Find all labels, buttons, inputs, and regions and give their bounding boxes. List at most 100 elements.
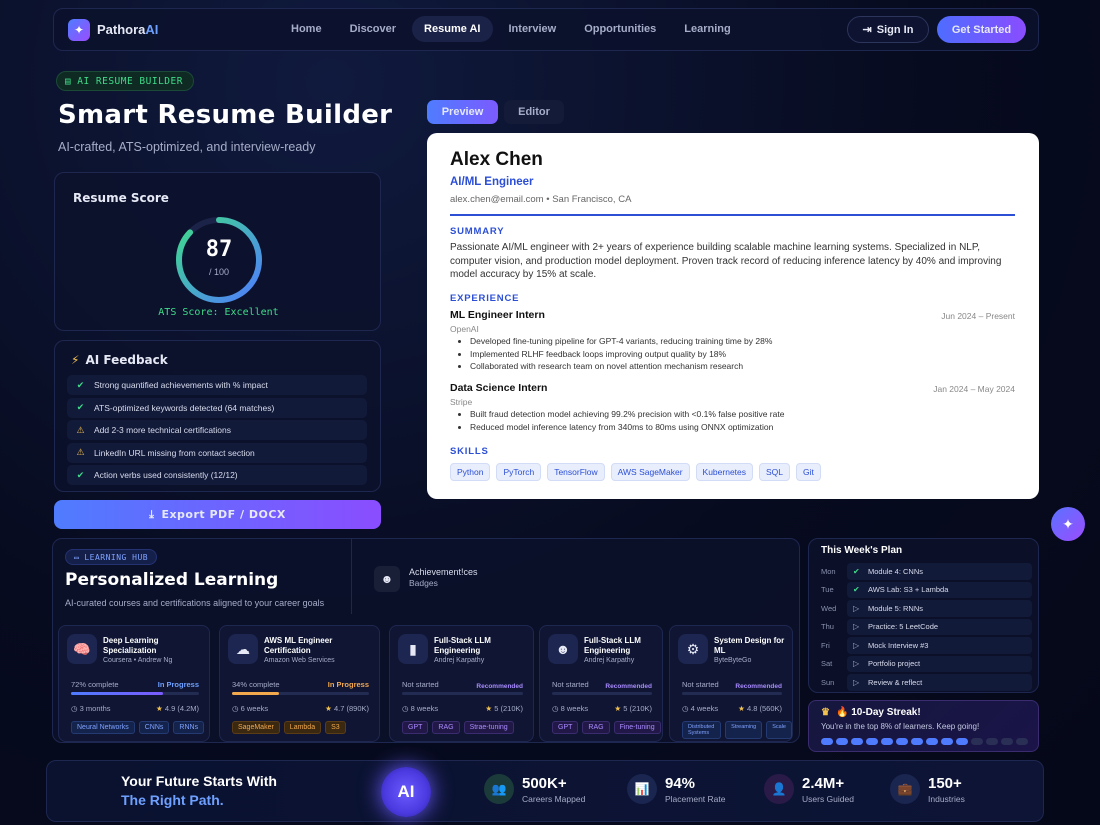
plan-row[interactable]: Tue ✔ AWS Lab: S3 + Lambda: [817, 581, 1032, 598]
course-state: Recommended: [476, 683, 523, 690]
page-subtitle: AI-crafted, ATS-optimized, and interview…: [58, 140, 316, 154]
course-duration-text: 6 weeks: [240, 704, 269, 713]
export-label: Export PDF / DOCX: [161, 508, 286, 521]
job-company: Stripe: [450, 397, 473, 407]
feedback-item: ✔ ATS-optimized keywords detected (64 mat…: [67, 397, 367, 418]
export-button[interactable]: ⤓ Export PDF / DOCX: [54, 500, 381, 529]
clock-icon: ◷: [232, 704, 241, 713]
plan-row[interactable]: Sat ▷ Portfolio project: [817, 655, 1032, 672]
summary-text: Passionate AI/ML engineer with 2+ years …: [450, 242, 1002, 280]
footer-stat: 📊 94% Placement Rate: [627, 774, 725, 804]
brand-name[interactable]: PathoraAI: [97, 22, 158, 37]
plan-row[interactable]: Thu ▷ Practice: 5 LeetCode: [817, 618, 1032, 635]
streak-dot: [941, 738, 953, 745]
learning-subtitle: AI-curated courses and certifications al…: [65, 598, 325, 608]
course-progress-fill: [232, 692, 279, 695]
course-rating-text: 5 (210K): [494, 704, 523, 713]
streak-title: ♛ 🔥 10-Day Streak!: [821, 707, 921, 718]
plan-title: This Week's Plan: [821, 545, 903, 556]
course-title: Full-Stack LLM Engineering: [584, 636, 641, 655]
plan-row[interactable]: Fri ▷ Mock Interview #3: [817, 637, 1032, 654]
job-bullets: Built fraud detection model achieving 99…: [450, 408, 1010, 433]
score-max: / 100: [208, 267, 230, 277]
course-tags: Neural Networks CNNs RNNs: [71, 721, 205, 734]
plan-row[interactable]: Mon ✔ Module 4: CNNs: [817, 563, 1032, 580]
course-title: AWS ML Engineer Certification: [264, 636, 333, 655]
course-title: Full-Stack LLM Engineering: [434, 636, 491, 655]
footer-stat-text: 2.4M+ Users Guided: [802, 775, 854, 804]
bar-chart-icon: 📊: [627, 774, 657, 804]
course-card[interactable]: 🧠 Deep Learning Specialization Coursera • …: [58, 625, 210, 742]
play-icon: ▷: [853, 677, 860, 687]
course-tags: GPT RAG Strae-tuning: [402, 721, 514, 734]
course-card[interactable]: ⚙ System Design for ML ByteByteGo Not start…: [669, 625, 793, 742]
ai-orb[interactable]: AI: [381, 767, 431, 817]
skill-tag: PyTorch: [496, 463, 542, 481]
plan-day: Sun: [821, 677, 835, 687]
tab-preview[interactable]: Preview: [427, 100, 498, 124]
feedback-text: Strong quantified achievements with % im…: [94, 380, 268, 390]
job-title: ML Engineer Intern: [450, 309, 545, 321]
users-icon: 👥: [484, 774, 514, 804]
course-duration-text: 8 weeks: [410, 704, 439, 713]
course-org: ByteByteGo: [714, 657, 752, 664]
course-duration: ◷ 3 months: [71, 704, 111, 713]
feedback-title-text: AI Feedback: [85, 353, 168, 367]
nav-home[interactable]: Home: [279, 16, 334, 42]
ai-resume-builder-badge: ▤ AI RESUME BUILDER: [56, 71, 194, 91]
plan-task: Mock Interview #3: [868, 640, 929, 650]
course-rating-text: 4.9 (4.2M): [164, 704, 199, 713]
job-bullet: Developed fine-tuning pipeline for GPT-4…: [470, 335, 1010, 348]
skill-tag: Git: [796, 463, 821, 481]
streak-dot: [1016, 738, 1028, 745]
page-title: Smart Resume Builder: [58, 100, 393, 130]
summary-heading: SUMMARY: [450, 226, 505, 237]
course-progress: [552, 692, 652, 695]
achievements-title[interactable]: Achievement!ces: [409, 567, 478, 577]
plan-day: Tue: [821, 585, 834, 595]
tab-editor[interactable]: Editor: [504, 100, 564, 124]
course-status: Not started: [552, 680, 589, 689]
course-card[interactable]: ▮ Full-Stack LLM Engineering Andrej Karpat…: [389, 625, 534, 742]
nav-learning[interactable]: Learning: [672, 16, 742, 42]
course-tag: Scale: [766, 721, 792, 739]
plan-row[interactable]: Wed ▷ Module 5: RNNs: [817, 600, 1032, 617]
nav-resume-ai[interactable]: Resume AI: [412, 16, 493, 42]
footer-stat-number: 94%: [665, 774, 696, 792]
footer-stat-text: 500K+ Careers Mapped: [522, 775, 585, 804]
footer-stat: 👤 2.4M+ Users Guided: [764, 774, 854, 804]
play-icon: ▷: [853, 659, 860, 669]
course-state: In Progress: [157, 680, 199, 689]
plan-row[interactable]: Sun ▷ Review & reflect: [817, 674, 1032, 691]
learning-title: Personalized Learning: [65, 570, 279, 590]
course-tag: Strae-tuning: [463, 721, 514, 734]
streak-dot: [1001, 738, 1013, 745]
plan-day: Sat: [821, 659, 833, 669]
course-progress: [71, 692, 199, 695]
sign-in-button[interactable]: ⇥ Sign In: [847, 16, 929, 43]
course-duration: ◷ 6 weeks: [232, 704, 268, 713]
brand-ai-text: AI: [145, 22, 159, 37]
star-icon: ★: [325, 704, 334, 713]
course-title: System Design for ML: [714, 636, 785, 655]
streak-dot: [821, 738, 833, 745]
course-title: Deep Learning Specialization: [103, 636, 159, 655]
nav-opportunities[interactable]: Opportunities: [572, 16, 668, 42]
nav-links: Home Discover Resume AI Interview Opport…: [279, 16, 743, 42]
streak-panel: ♛ 🔥 10-Day Streak! You're in the top 8% o…: [808, 700, 1039, 752]
logo-icon[interactable]: ✦: [68, 19, 90, 41]
resume-role: AI/ML Engineer: [450, 176, 534, 188]
course-status: 34% complete: [232, 680, 280, 689]
award-icon: ♛: [821, 707, 830, 718]
course-tag: SageMaker: [232, 721, 280, 734]
ai-assistant-button[interactable]: ✦: [1051, 507, 1085, 541]
course-card[interactable]: ☁ AWS ML Engineer Certification Amazon Web…: [219, 625, 380, 742]
get-started-button[interactable]: Get Started: [937, 16, 1026, 43]
course-duration: ◷ 8 weeks: [402, 704, 438, 713]
course-card[interactable]: ☻ Full-Stack LLM Engineering Andrej Karpat…: [539, 625, 663, 742]
nav-discover[interactable]: Discover: [338, 16, 408, 42]
nav-interview[interactable]: Interview: [497, 16, 569, 42]
learning-hub-panel: ▭ LEARNING HUB Personalized Learning AI-c…: [52, 538, 800, 743]
experience-heading: EXPERIENCE: [450, 293, 520, 304]
course-progress: [232, 692, 369, 695]
